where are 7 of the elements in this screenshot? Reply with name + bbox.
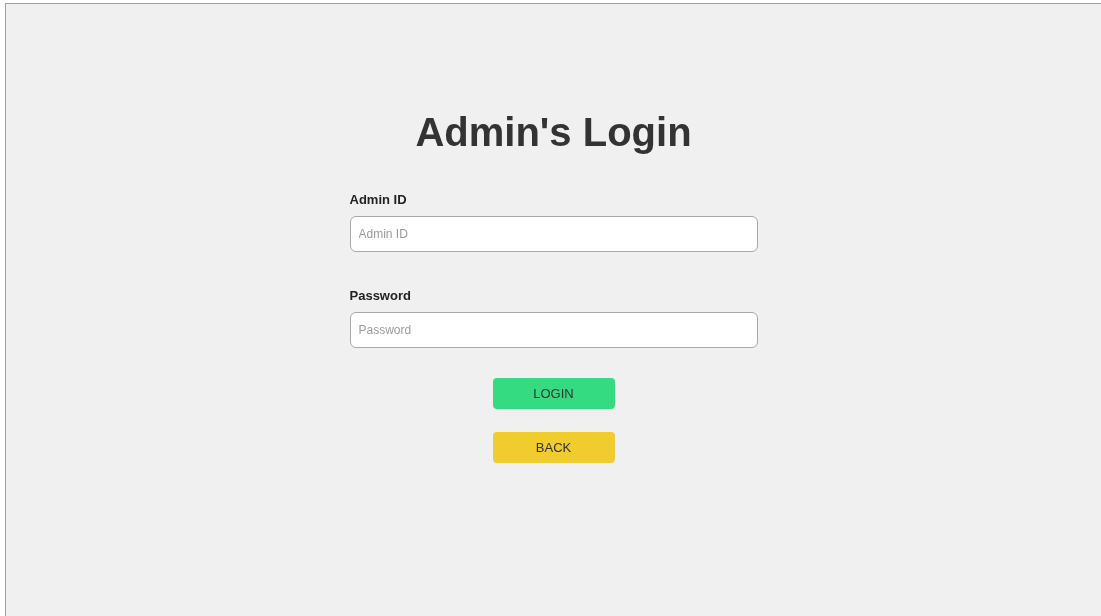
field-label: Admin ID [349, 192, 408, 208]
field-label: Password [349, 288, 412, 304]
login-button[interactable]: LOGIN [492, 378, 615, 409]
page-title: Admin's Login [415, 109, 692, 156]
back-button[interactable]: BACK [492, 432, 615, 463]
input-field[interactable]: Password [349, 312, 758, 348]
input-field[interactable]: Admin ID [349, 216, 758, 252]
